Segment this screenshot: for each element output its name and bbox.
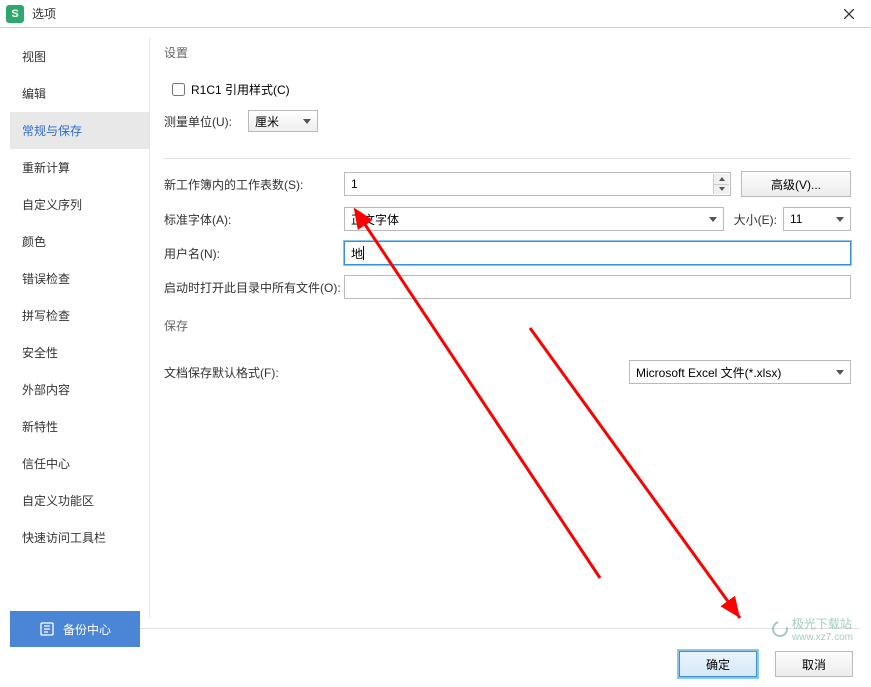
sidebar-item-trust-center[interactable]: 信任中心 [10, 445, 149, 482]
spinner-up[interactable] [714, 174, 729, 185]
watermark-icon [769, 618, 791, 640]
sheets-spinner[interactable]: 1 [344, 172, 731, 196]
sidebar-item-external-content[interactable]: 外部内容 [10, 371, 149, 408]
unit-select[interactable]: 厘米 [248, 110, 318, 132]
sidebar-item-quick-access[interactable]: 快速访问工具栏 [10, 519, 149, 556]
font-combo[interactable]: 正文字体 [344, 207, 724, 231]
sidebar-item-error-check[interactable]: 错误检查 [10, 260, 149, 297]
settings-section-title: 设置 [164, 44, 851, 61]
startup-label: 启动时打开此目录中所有文件(O): [164, 279, 344, 296]
title-bar: S 选项 [0, 0, 871, 28]
sidebar: 视图 编辑 常规与保存 重新计算 自定义序列 颜色 错误检查 拼写检查 安全性 … [10, 38, 150, 618]
startup-input[interactable] [344, 275, 851, 299]
unit-label: 测量单位(U): [164, 113, 248, 130]
watermark: 极光下载站 www.xz7.com [772, 615, 853, 643]
backup-center-button[interactable]: 备份中心 [10, 611, 140, 647]
sidebar-item-edit[interactable]: 编辑 [10, 75, 149, 112]
save-section-title: 保存 [164, 317, 851, 334]
caret-up-icon [719, 177, 725, 181]
sidebar-item-custom-ribbon[interactable]: 自定义功能区 [10, 482, 149, 519]
sidebar-item-security[interactable]: 安全性 [10, 334, 149, 371]
sidebar-item-view[interactable]: 视图 [10, 38, 149, 75]
chevron-down-icon [836, 217, 844, 222]
unit-value: 厘米 [255, 113, 279, 130]
sidebar-item-spellcheck[interactable]: 拼写检查 [10, 297, 149, 334]
cancel-button[interactable]: 取消 [775, 651, 853, 677]
sheets-value: 1 [351, 177, 358, 191]
size-label: 大小(E): [734, 211, 777, 228]
default-format-value: Microsoft Excel 文件(*.xlsx) [636, 364, 781, 381]
close-button[interactable] [833, 2, 865, 26]
sidebar-item-custom-lists[interactable]: 自定义序列 [10, 186, 149, 223]
chevron-down-icon [836, 370, 844, 375]
r1c1-label: R1C1 引用样式(C) [191, 81, 290, 98]
app-icon: S [6, 5, 24, 23]
close-icon [844, 9, 854, 19]
default-format-label: 文档保存默认格式(F): [164, 364, 344, 381]
sidebar-item-general-save[interactable]: 常规与保存 [10, 112, 149, 149]
username-input[interactable]: 地 [344, 241, 851, 265]
text-cursor [363, 246, 364, 260]
font-value: 正文字体 [351, 211, 399, 228]
size-combo[interactable]: 11 [783, 207, 851, 231]
username-value: 地 [351, 245, 363, 262]
window-title: 选项 [32, 5, 833, 22]
sidebar-item-recalculate[interactable]: 重新计算 [10, 149, 149, 186]
size-value: 11 [790, 212, 802, 226]
backup-label: 备份中心 [63, 621, 111, 638]
advanced-button[interactable]: 高级(V)... [741, 171, 851, 197]
chevron-down-icon [303, 119, 311, 124]
backup-icon [39, 621, 55, 637]
watermark-url: www.xz7.com [792, 632, 853, 643]
footer: 备份中心 极光下载站 www.xz7.com 确定 取消 [0, 627, 871, 687]
username-label: 用户名(N): [164, 245, 344, 262]
sidebar-item-color[interactable]: 颜色 [10, 223, 149, 260]
ok-button[interactable]: 确定 [679, 651, 757, 677]
spinner-down[interactable] [714, 185, 729, 195]
r1c1-checkbox[interactable] [172, 83, 185, 96]
content-panel: 设置 R1C1 引用样式(C) 测量单位(U): 厘米 新工作簿内的工作表数(S… [150, 28, 871, 628]
watermark-text: 极光下载站 [792, 615, 853, 632]
chevron-down-icon [709, 217, 717, 222]
font-label: 标准字体(A): [164, 211, 344, 228]
sidebar-item-new-features[interactable]: 新特性 [10, 408, 149, 445]
sheets-label: 新工作簿内的工作表数(S): [164, 176, 344, 193]
default-format-combo[interactable]: Microsoft Excel 文件(*.xlsx) [629, 360, 851, 384]
caret-down-icon [719, 187, 725, 191]
